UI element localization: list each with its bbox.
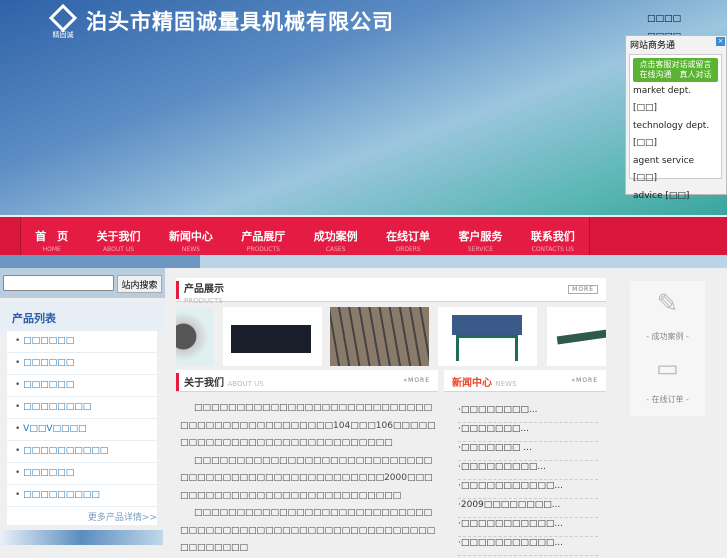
news-title: 新闻中心: [452, 378, 492, 389]
header-banner: 精固诚 泊头市精固诚量具机械有限公司 □□□□ □□□□: [0, 0, 727, 215]
nav-label: 新闻中心: [168, 230, 213, 243]
nav-label: 联系我们: [530, 230, 575, 243]
sidebar-photo: [0, 530, 163, 545]
search-input[interactable]: [3, 275, 114, 291]
nav-sublabel: ABOUT US: [103, 246, 135, 253]
news-item[interactable]: ·□□□□□□□□□□□...: [458, 518, 598, 537]
nav-label: 首 页: [35, 230, 69, 243]
products-more-button[interactable]: MORE: [568, 285, 598, 294]
logo: 精固诚: [48, 3, 78, 39]
news-header: 新闻中心 NEWS »MORE: [444, 370, 606, 392]
about-paragraph: □□□□□□□□□□□□□□□□□□□□□□□□□□□□□□□□□□□□□□□□…: [180, 455, 433, 501]
nav-sublabel: CONTACTS US: [531, 246, 574, 253]
nav-item-contacts-us[interactable]: 联系我们 CONTACTS US: [531, 217, 575, 255]
news-item[interactable]: ·2009□□□□□□□□...: [458, 499, 598, 518]
sidebar: 站内搜索 产品列表 □□□□□□□□□□□□□□□□□□□□□□□□□□V□□V…: [0, 268, 165, 525]
product-list-item[interactable]: □□□□□□□□: [7, 397, 157, 419]
news-item[interactable]: ·□□□□□□□ ...: [458, 442, 598, 461]
product-list-item[interactable]: □□□□□□: [7, 463, 157, 485]
product-image-slotted-plate[interactable]: [330, 307, 429, 366]
top-link-1[interactable]: □□□□: [647, 10, 681, 28]
product-image-inspection-table[interactable]: [438, 307, 537, 366]
product-list-title: 产品列表: [0, 301, 165, 331]
nav-item-home[interactable]: 首 页 HOME: [35, 217, 68, 255]
quick-links: ✎ - 成功案例 - ▭ - 在线订单 -: [630, 281, 705, 416]
company-name: 泊头市精固诚量具机械有限公司: [86, 10, 394, 34]
nav-item-service[interactable]: 客户服务 SERVICE: [458, 217, 502, 255]
nav-sublabel: SERVICE: [467, 246, 494, 253]
nav-item-products[interactable]: 产品展厅 PRODUCTS: [241, 217, 285, 255]
search-button[interactable]: 站内搜索: [117, 275, 162, 293]
about-subtitle: ABOUT US: [227, 380, 264, 388]
about-paragraph: □□□□□□□□□□□□□□□□□□□□□□□□□□□□□□□□□□□□□□□□…: [180, 508, 436, 553]
orders-link[interactable]: - 在线订单 -: [630, 394, 705, 405]
products-subtitle: PRODUCTS: [184, 297, 223, 305]
chat-link-technology[interactable]: technology dept. [□□]: [633, 118, 718, 152]
nav-item-about-us[interactable]: 关于我们 ABOUT US: [97, 217, 141, 255]
news-subtitle: NEWS: [495, 380, 517, 388]
news-item[interactable]: ·□□□□□□□□□□□...: [458, 480, 598, 499]
product-list-item[interactable]: □□□□□□□□□: [7, 485, 157, 507]
nav-label: 成功案例: [313, 230, 358, 243]
news-item[interactable]: ·□□□□□□□□...: [458, 404, 598, 423]
nav-label: 产品展厅: [241, 230, 286, 243]
nav-sublabel: HOME: [42, 246, 61, 253]
product-list-item[interactable]: □□□□□□: [7, 331, 157, 353]
about-text: □□□□□□□□□□□□□□□□□□□□□□□□□□□□□□□□□□□□□□□□…: [180, 400, 436, 558]
card-icon: ▭: [656, 354, 679, 382]
about-paragraph: □□□□□□□□□□□□□□□□□□□□□□□□□□□□□□□□□□□□□□□□…: [180, 403, 436, 448]
nav-item-orders[interactable]: 在线订单 ORDERS: [386, 217, 430, 255]
nav-item-cases[interactable]: 成功案例 CASES: [314, 217, 358, 255]
news-item[interactable]: ·□□□□□□□...: [458, 423, 598, 442]
site-search: 站内搜索: [0, 268, 165, 298]
cases-link[interactable]: - 成功案例 -: [630, 331, 705, 342]
nav-item-news[interactable]: 新闻中心 NEWS: [169, 217, 213, 255]
about-more-link[interactable]: »MORE: [403, 377, 430, 384]
news-more-link[interactable]: »MORE: [571, 377, 598, 384]
about-title: 关于我们: [184, 378, 224, 389]
chat-link-advice[interactable]: advice [□□]: [633, 188, 718, 205]
product-image-granite-plate[interactable]: [223, 307, 322, 366]
news-item[interactable]: ·□□□□□□□□□...: [458, 461, 598, 480]
product-list-item[interactable]: □□□□□□: [7, 353, 157, 375]
nav-label: 客户服务: [458, 230, 503, 243]
chat-title: 网站商务通: [630, 41, 676, 51]
product-list-item[interactable]: V□□V□□□□: [7, 419, 157, 441]
product-list-item[interactable]: □□□□□□: [7, 375, 157, 397]
chat-link-agent[interactable]: agent service [□□]: [633, 153, 718, 187]
product-list-item[interactable]: □□□□□□□□□□: [7, 441, 157, 463]
product-carousel: [176, 307, 606, 366]
nav-label: 在线订单: [386, 230, 431, 243]
chat-widget: 网站商务通 × 点击客服对话或留言 在线沟通 真人对话 market dept. …: [625, 35, 727, 201]
chat-cta-button[interactable]: 点击客服对话或留言 在线沟通 真人对话: [633, 58, 718, 82]
more-products-link[interactable]: 更多产品详情>>: [7, 507, 157, 525]
news-item[interactable]: ·□□□□□□□□□□□...: [458, 537, 598, 556]
nav-sublabel: PRODUCTS: [246, 246, 280, 253]
products-title: 产品展示: [184, 284, 224, 295]
product-image-gear[interactable]: [176, 307, 213, 366]
divider-strip: [0, 255, 727, 268]
nav-sublabel: NEWS: [181, 246, 200, 253]
products-header: 产品展示 PRODUCTS MORE: [176, 278, 606, 305]
nav-sublabel: CASES: [325, 246, 346, 253]
close-icon[interactable]: ×: [716, 37, 725, 46]
nav-label: 关于我们: [96, 230, 141, 243]
pen-icon: ✎: [656, 289, 679, 319]
about-header: 关于我们 ABOUT US »MORE: [176, 370, 438, 392]
product-image-chain[interactable]: [547, 307, 606, 366]
chat-link-market[interactable]: market dept. [□□]: [633, 83, 718, 117]
nav-sublabel: ORDERS: [395, 246, 421, 253]
main-nav: 首 页 HOME 关于我们 ABOUT US 新闻中心 NEWS 产品展厅 PRODUCTS 成…: [0, 217, 727, 255]
